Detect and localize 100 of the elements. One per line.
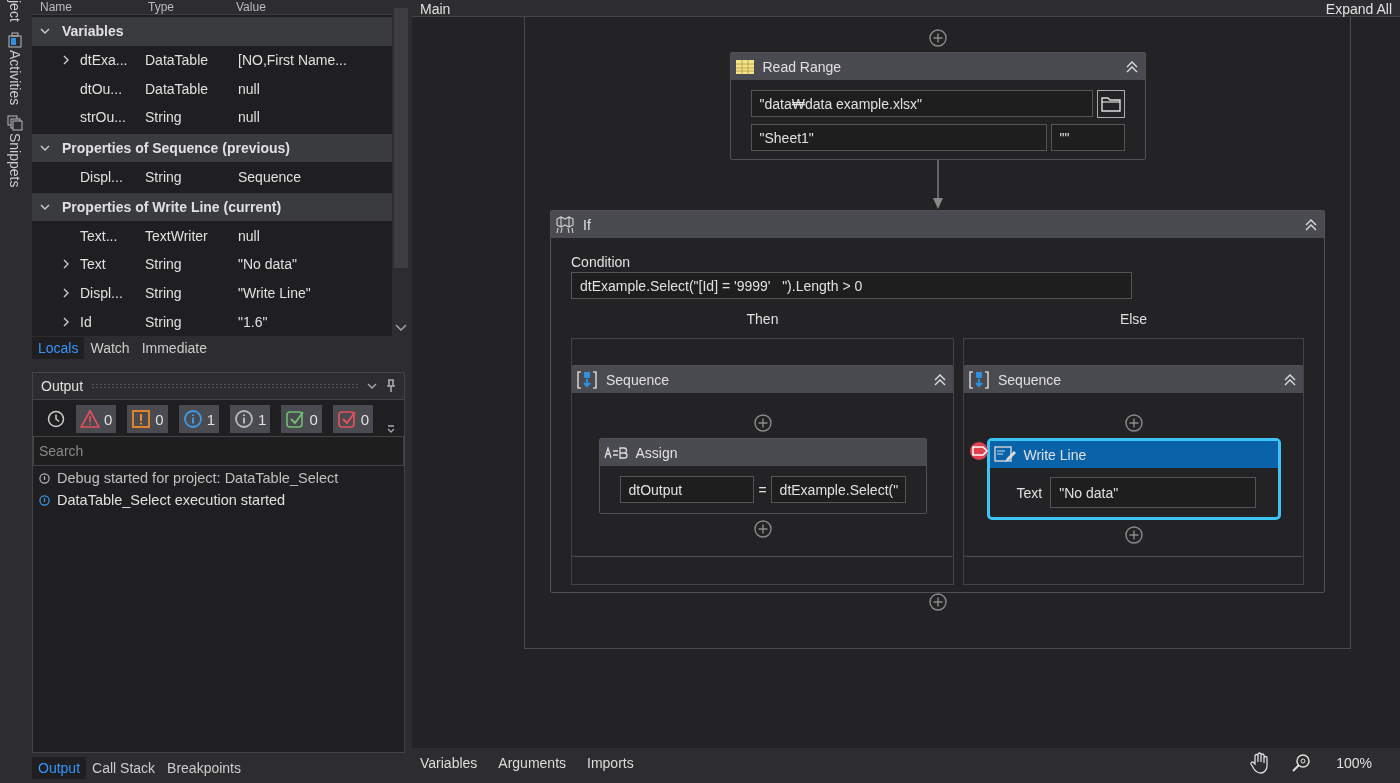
assign-target-field[interactable]: dtOutput: [619, 476, 755, 503]
group-header[interactable]: Variables: [32, 17, 392, 46]
overflow-icon[interactable]: [386, 424, 396, 434]
activity-title: Write Line: [1023, 446, 1088, 463]
variable-value: "1.6": [238, 313, 269, 330]
path-field[interactable]: "data₩data example.xlsx": [750, 90, 1093, 117]
folder-icon: [1100, 96, 1121, 112]
sequence-icon: [576, 369, 598, 390]
activity-card[interactable]: Sequence Assign dtOutput = dtExample.Select(": [572, 365, 953, 557]
panel-tab[interactable]: Breakpoints: [161, 757, 247, 779]
range-field[interactable]: "": [1050, 124, 1125, 151]
variable-value: "Write Line": [238, 285, 312, 302]
panel-tab[interactable]: Call Stack: [86, 757, 162, 779]
info-circle-icon: [182, 409, 203, 429]
toolbox-icon: [8, 31, 22, 48]
variable-type: String: [145, 285, 183, 302]
scroll-down-icon[interactable]: [395, 324, 407, 332]
pin-icon[interactable]: [386, 379, 396, 393]
breadcrumb[interactable]: Main: [420, 2, 451, 16]
condition-field[interactable]: dtExample.Select("[Id] = '9999' ").Length > 0: [571, 272, 1132, 299]
log-filter-button[interactable]: 0: [127, 405, 168, 433]
activity-title: Sequence: [998, 371, 1063, 388]
variable-name: Text: [80, 256, 107, 273]
panel-tab[interactable]: Output: [32, 757, 87, 779]
activity-title: Read Range: [762, 58, 843, 75]
variable-name: Text...: [80, 227, 119, 244]
designer-tab[interactable]: Imports: [587, 755, 634, 771]
activity-card[interactable]: Read Range "data₩data example.xlsx" "Sheet1" "": [729, 52, 1146, 160]
warning-triangle-icon: [80, 409, 100, 429]
variable-type: String: [145, 256, 183, 273]
side-tab[interactable]: Snippets: [7, 115, 23, 188]
chevron-right-icon[interactable]: [62, 259, 70, 270]
panel-tab[interactable]: Watch: [84, 337, 136, 359]
collapse-icon[interactable]: [1304, 217, 1318, 232]
log-filter-button[interactable]: 0: [332, 405, 374, 433]
panel-title: Output: [41, 378, 84, 394]
collapse-icon[interactable]: [933, 372, 947, 387]
activity-card[interactable]: Write Line Text "No data": [986, 438, 1281, 520]
add-activity-icon[interactable]: [1124, 414, 1143, 432]
branch-label: Then: [746, 311, 779, 327]
add-activity-icon[interactable]: [928, 593, 947, 611]
log-filter-button[interactable]: 0: [281, 405, 322, 433]
breakpoint-icon[interactable]: [968, 441, 991, 461]
column-header[interactable]: Name: [32, 0, 140, 14]
expand-all-link[interactable]: Expand All: [1325, 2, 1392, 16]
assign-value-field[interactable]: dtExample.Select(": [770, 476, 906, 503]
log-filter-button[interactable]: 1: [230, 405, 271, 433]
add-activity-icon[interactable]: [1124, 526, 1143, 544]
chevron-right-icon[interactable]: [62, 288, 70, 299]
variable-name: dtExa...: [80, 51, 129, 68]
variable-value: null: [238, 227, 261, 244]
column-header[interactable]: Value: [228, 0, 266, 14]
add-activity-icon[interactable]: [753, 414, 772, 432]
side-tab[interactable]: Activities: [7, 31, 23, 106]
chevron-right-icon[interactable]: [62, 316, 70, 327]
collapse-icon[interactable]: [1124, 59, 1139, 74]
log-filter-button[interactable]: 1: [178, 405, 220, 433]
log-message: Debug started for project: DataTable_Select: [57, 470, 339, 486]
collapse-icon[interactable]: [1283, 372, 1297, 387]
variable-type: String: [145, 109, 183, 126]
activity-title: Sequence: [606, 371, 671, 388]
add-activity-icon[interactable]: [753, 520, 772, 538]
zoom-icon[interactable]: [1291, 753, 1312, 773]
chevron-right-icon[interactable]: [62, 54, 70, 65]
field-label: Text: [1016, 484, 1043, 501]
activity-card[interactable]: Sequence Write Line Text "No data": [964, 365, 1303, 557]
panel-tab[interactable]: Immediate: [135, 337, 213, 359]
search-field[interactable]: Search: [33, 436, 404, 466]
info-circle-icon: [39, 494, 50, 506]
zoom-level[interactable]: 100%: [1336, 755, 1372, 771]
designer-tab[interactable]: Variables: [420, 755, 478, 771]
field-label: Condition: [571, 254, 632, 270]
hand-icon[interactable]: [1250, 752, 1271, 774]
flow-arrow: [931, 160, 944, 210]
variable-value: "No data": [238, 256, 298, 273]
variable-name: strOu...: [80, 109, 127, 126]
variable-name: Id: [80, 313, 93, 330]
log-filter-button[interactable]: 0: [76, 405, 117, 433]
chevron-down-icon[interactable]: [366, 381, 378, 391]
panel-tab[interactable]: Locals: [32, 337, 85, 359]
clock-icon[interactable]: [47, 410, 65, 428]
variable-type: String: [145, 168, 183, 185]
variable-type: DataTable: [145, 51, 210, 68]
activity-card[interactable]: Assign dtOutput = dtExample.Select(": [598, 438, 927, 514]
column-header[interactable]: Type: [140, 0, 228, 14]
designer-tab[interactable]: Arguments: [498, 755, 567, 771]
checkbox-tick-icon: [285, 409, 306, 429]
variable-type: DataTable: [145, 80, 210, 97]
variable-type: String: [145, 313, 183, 330]
text-field[interactable]: "No data": [1050, 477, 1256, 508]
variable-type: TextWriter: [145, 227, 209, 244]
group-header[interactable]: Properties of Write Line (current): [32, 192, 392, 222]
checkbox-tick-icon: [336, 409, 357, 429]
activity-card[interactable]: If Condition dtExample.Select("[Id] = '9999' ").Length > 0 Then Sequence Assign dtOutput = dtExample.Select(" Else Sequence Write Line Text "No data": [550, 210, 1325, 593]
browse-button[interactable]: [1096, 90, 1125, 118]
sheet-field[interactable]: "Sheet1": [750, 124, 1047, 151]
scrollbar[interactable]: [392, 0, 410, 336]
side-tab[interactable]: ject: [7, 0, 23, 22]
add-activity-icon[interactable]: [928, 29, 947, 47]
group-header[interactable]: Properties of Sequence (previous): [32, 133, 392, 163]
